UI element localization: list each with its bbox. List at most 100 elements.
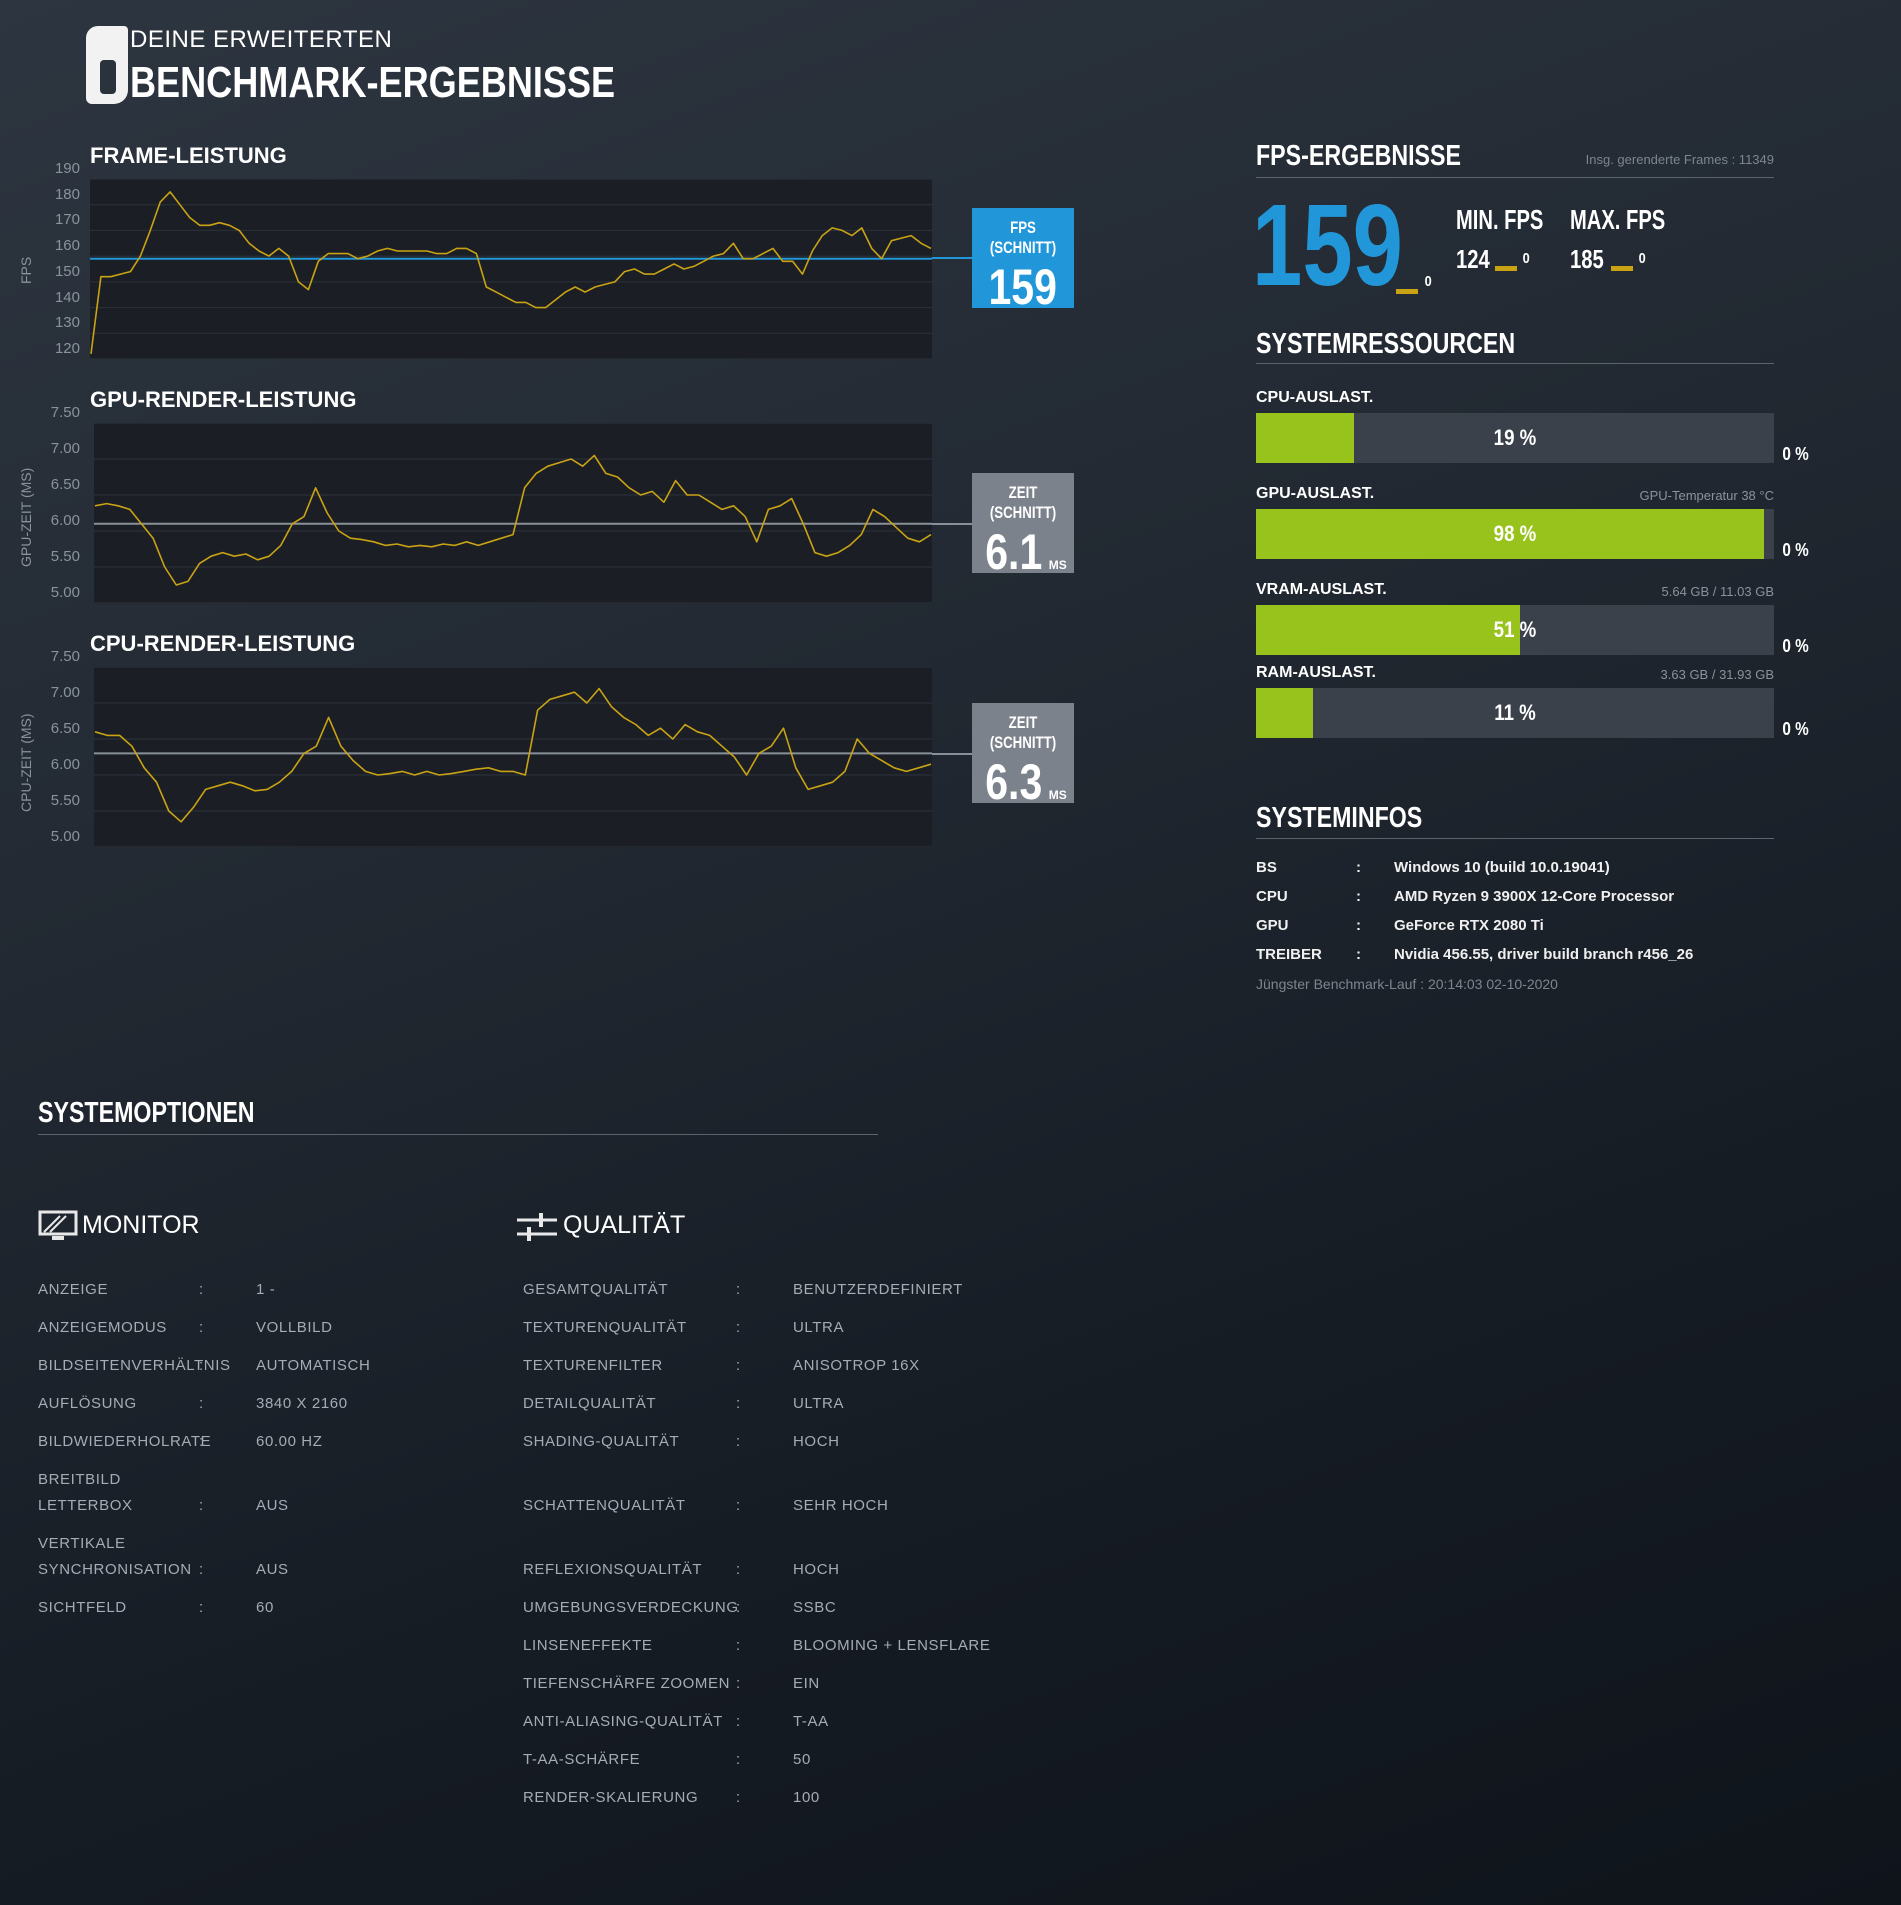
quality-shading-value: HOCH xyxy=(793,1433,840,1450)
monitor-resolution-value: 3840 X 2160 xyxy=(256,1395,348,1412)
gpu-chart-plot xyxy=(94,422,932,604)
quality-aa-value: T-AA xyxy=(793,1713,829,1730)
quality-texture-key: TEXTURENQUALITÄT xyxy=(523,1319,687,1336)
sysinfo-cpu-key: CPU xyxy=(1256,888,1288,905)
monitor-letterbox-value: AUS xyxy=(256,1497,289,1514)
series-line xyxy=(94,687,932,823)
cpu-avg-badge-value: 6.3 xyxy=(985,754,1043,810)
monitor-vsync-key: VERTIKALE xyxy=(38,1535,126,1552)
y-tick-label: 7.00 xyxy=(50,440,80,457)
quality-shadow-key: SCHATTENQUALITÄT xyxy=(523,1497,686,1514)
monitor-display-sep: : xyxy=(199,1281,204,1298)
cpu-chart-title: CPU-RENDER-LEISTUNG xyxy=(90,631,356,656)
min-fps-zero-dash xyxy=(1495,266,1517,271)
gpu-chart-title: GPU-RENDER-LEISTUNG xyxy=(90,387,357,412)
y-tick-label: 160 xyxy=(54,237,80,255)
monitor-fov-key: SICHTFELD xyxy=(38,1599,127,1616)
quality-reflection-value: HOCH xyxy=(793,1561,840,1578)
quality-reflection-sep: : xyxy=(736,1561,741,1578)
cpu-chart-svg xyxy=(94,666,932,848)
y-tick-label: 170 xyxy=(54,211,80,229)
y-tick-label: 7.50 xyxy=(50,404,80,421)
resources-rule xyxy=(1256,363,1774,364)
gpu-chart-svg xyxy=(94,422,932,604)
sysinfo-driver-sep: : xyxy=(1356,946,1361,963)
cpu-avg-badge: ZEIT (SCHNITT) 6.3 MS xyxy=(972,703,1074,810)
gpu-avg-badge-value: 6.1 xyxy=(985,524,1043,580)
total-frames-label: Insg. gerenderte Frames : 11349 xyxy=(1585,152,1774,167)
y-tick-label: 5.00 xyxy=(50,828,80,845)
frame-chart-title: FRAME-LEISTUNG xyxy=(90,143,287,168)
monitor-refresh-value: 60.00 HZ xyxy=(256,1433,323,1450)
gpu-usage-zero: 0 % xyxy=(1782,540,1809,560)
ram-usage-zero: 0 % xyxy=(1782,719,1809,739)
y-tick-label: 150 xyxy=(54,262,80,280)
quality-render-scale-key: RENDER-SKALIERUNG xyxy=(523,1789,699,1806)
max-fps-zero: 0 xyxy=(1638,250,1646,267)
y-tick-label: 130 xyxy=(54,314,80,332)
series-line xyxy=(90,191,932,355)
gpu-usage-label: GPU-AUSLAST. xyxy=(1256,485,1375,502)
y-tick-label: 140 xyxy=(54,288,80,306)
quality-reflection-key: REFLEXIONSQUALITÄT xyxy=(523,1561,703,1578)
quality-shading-sep: : xyxy=(736,1433,741,1450)
monitor-refresh-key: BILDWIEDERHOLRATE xyxy=(38,1433,212,1450)
vram-usage-zero: 0 % xyxy=(1782,636,1809,656)
quality-taa-sharpness-key: T-AA-SCHÄRFE xyxy=(523,1751,641,1768)
quality-overall-value: BENUTZERDEFINIERT xyxy=(793,1281,963,1298)
quality-ao-sep: : xyxy=(736,1599,741,1616)
fps-avg-badge-value: 159 xyxy=(988,259,1058,315)
quality-lens-key: LINSENEFFEKTE xyxy=(523,1637,653,1654)
monitor-resolution-sep: : xyxy=(199,1395,204,1412)
monitor-letterbox-key2: LETTERBOX xyxy=(38,1497,133,1514)
quality-detail-value: ULTRA xyxy=(793,1395,845,1412)
quality-lens-value: BLOOMING + LENSFLARE xyxy=(793,1637,991,1654)
monitor-refresh-sep: : xyxy=(199,1433,204,1450)
monitor-mode-value: VOLLBILD xyxy=(256,1319,333,1336)
sysinfo-cpu-sep: : xyxy=(1356,888,1361,905)
header-subtitle: DEINE ERWEITERTEN xyxy=(130,26,393,53)
cpu-chart-plot xyxy=(94,666,932,848)
sysinfo-gpu-key: GPU xyxy=(1256,917,1289,934)
fps-avg-zero-marker xyxy=(1396,281,1418,299)
ram-usage-info: 3.63 GB / 31.93 GB xyxy=(1660,667,1774,682)
sysinfo-driver-key: TREIBER xyxy=(1256,946,1322,963)
ram-usage-bar: 11 % xyxy=(1256,688,1774,738)
quality-lens-sep: : xyxy=(736,1637,741,1654)
quality-shadow-sep: : xyxy=(736,1497,741,1514)
quality-ao-value: SSBC xyxy=(793,1599,837,1616)
y-tick-label: 5.50 xyxy=(50,548,80,565)
quality-shadow-value: SEHR HOCH xyxy=(793,1497,889,1514)
quality-dof-sep: : xyxy=(736,1675,741,1692)
gpu-chart-ylabel: GPU-ZEIT (MS) xyxy=(18,467,34,567)
y-tick-label: 6.50 xyxy=(50,720,80,737)
fps-results-rule xyxy=(1256,177,1774,178)
quality-filter-value: ANISOTROP 16X xyxy=(793,1357,920,1374)
quality-aa-key: ANTI-ALIASING-QUALITÄT xyxy=(523,1713,723,1730)
series-line xyxy=(94,454,932,586)
sysinfo-title: SYSTEMINFOS xyxy=(1256,802,1423,834)
frame-avg-connector xyxy=(932,257,972,259)
gpu-usage-value: 98 % xyxy=(1493,521,1537,546)
max-fps-value: 185 xyxy=(1570,244,1604,274)
quality-detail-sep: : xyxy=(736,1395,741,1412)
monitor-mode-key: ANZEIGEMODUS xyxy=(38,1319,167,1336)
gpu-usage-bar: 98 % xyxy=(1256,509,1774,559)
min-fps-zero: 0 xyxy=(1522,250,1530,267)
frame-chart-svg xyxy=(90,178,932,360)
sysinfo-os-sep: : xyxy=(1356,859,1361,876)
monitor-section-title: MONITOR xyxy=(82,1211,200,1239)
sysinfo-rule xyxy=(1256,838,1774,839)
cpu-usage-zero: 0 % xyxy=(1782,444,1809,464)
gpu-avg-badge-unit: MS xyxy=(1048,558,1067,572)
fps-avg-zero-dash xyxy=(1396,289,1418,294)
max-fps-zero-dash xyxy=(1611,266,1633,271)
y-tick-label: 6.50 xyxy=(50,476,80,493)
min-fps-zero-marker xyxy=(1495,258,1517,276)
last-benchmark-run: Jüngster Benchmark-Lauf : 20:14:03 02-10… xyxy=(1256,976,1558,992)
y-tick-label: 190 xyxy=(54,160,80,177)
fps-avg-badge: FPS (SCHNITT) 159 xyxy=(972,208,1074,315)
quality-texture-sep: : xyxy=(736,1319,741,1336)
fps-avg-big: 159 xyxy=(1252,180,1403,310)
sysinfo-driver-value: Nvidia 456.55, driver build branch r456_… xyxy=(1394,946,1694,963)
